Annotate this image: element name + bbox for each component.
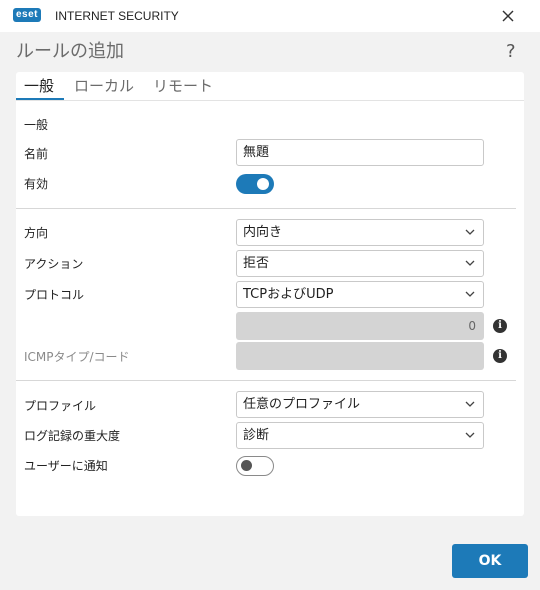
tab-separator (16, 100, 524, 101)
tab-remote[interactable]: リモート (153, 76, 213, 96)
active-tab-indicator (16, 98, 64, 100)
chevron-down-icon (465, 229, 475, 235)
direction-select[interactable]: 内向き (236, 219, 484, 246)
tab-local[interactable]: ローカル (74, 76, 134, 96)
enabled-label: 有効 (24, 177, 49, 191)
divider (16, 380, 516, 381)
profile-label: プロファイル (24, 399, 97, 413)
toggle-knob (241, 460, 252, 471)
divider (16, 208, 516, 209)
toggle-knob (257, 178, 269, 190)
notify-user-label: ユーザーに通知 (24, 459, 108, 473)
tab-general[interactable]: 一般 (24, 76, 54, 96)
ok-button[interactable]: OK (452, 544, 528, 578)
title-bar: eset INTERNET SECURITY (0, 0, 540, 32)
info-icon[interactable]: i (493, 349, 507, 363)
action-label: アクション (24, 257, 84, 271)
rule-form-card: 一般 ローカル リモート 一般 名前 無題 有効 方向 内向き アクション 拒否… (16, 72, 524, 516)
chevron-down-icon (465, 291, 475, 297)
protocol-value: TCPおよびUDP (243, 287, 334, 302)
eset-logo: eset (13, 8, 42, 22)
chevron-down-icon (465, 260, 475, 266)
log-severity-select[interactable]: 診断 (236, 422, 484, 449)
log-severity-label: ログ記録の重大度 (24, 429, 121, 443)
chevron-down-icon (465, 401, 475, 407)
info-icon[interactable]: i (493, 319, 507, 333)
close-icon[interactable] (498, 6, 518, 26)
direction-value: 内向き (243, 225, 283, 240)
icmp-field (236, 342, 484, 370)
icmp-label: ICMPタイプ/コード (24, 350, 130, 364)
protocol-number-field: 0 (236, 312, 484, 340)
protocol-select[interactable]: TCPおよびUDP (236, 281, 484, 308)
direction-label: 方向 (24, 226, 49, 240)
name-field[interactable]: 無題 (236, 139, 484, 166)
chevron-down-icon (465, 432, 475, 438)
notify-user-toggle[interactable] (236, 456, 274, 476)
action-select[interactable]: 拒否 (236, 250, 484, 277)
enabled-toggle[interactable] (236, 174, 274, 194)
protocol-label: プロトコル (24, 288, 85, 302)
log-severity-value: 診断 (243, 428, 270, 443)
name-label: 名前 (24, 147, 49, 161)
action-value: 拒否 (243, 256, 270, 271)
dialog-title: ルールの追加 (16, 41, 124, 62)
app-title: INTERNET SECURITY (55, 9, 179, 23)
profile-value: 任意のプロファイル (243, 397, 361, 412)
help-icon[interactable]: ? (506, 41, 516, 63)
section-heading-general: 一般 (24, 118, 49, 132)
profile-select[interactable]: 任意のプロファイル (236, 391, 484, 418)
